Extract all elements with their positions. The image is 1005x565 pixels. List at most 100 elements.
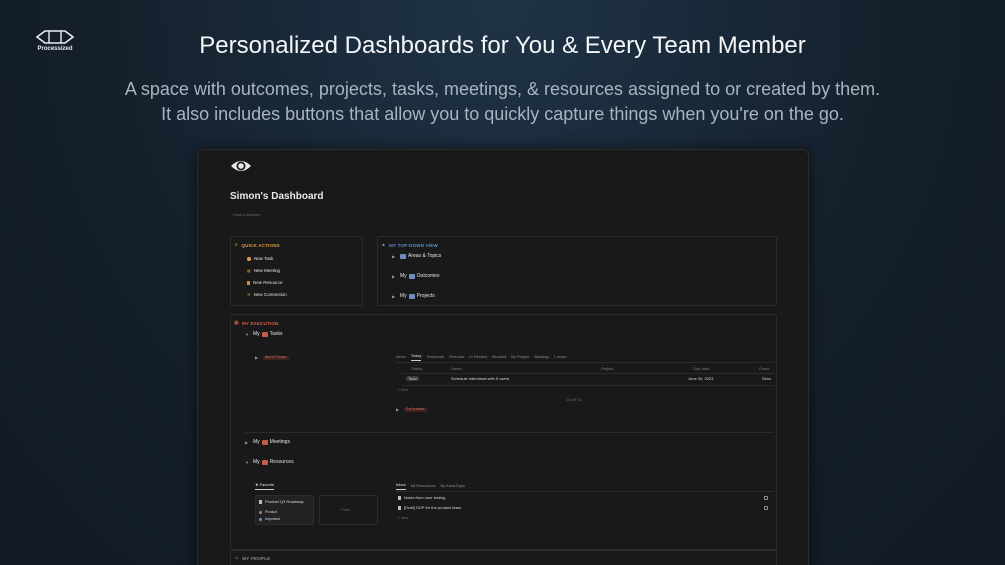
star-icon: ★ [255, 482, 259, 487]
toggle-arrow-icon: ▶ [396, 407, 400, 412]
task-icon [247, 256, 251, 261]
people-heading: ☺ MY PEOPLE [234, 555, 270, 561]
hero-subtitle-line-2: It also includes buttons that allow you … [161, 104, 844, 124]
resource-card-title-label: Product Q3 Roadmap [265, 499, 304, 504]
column-name[interactable]: Name [451, 366, 462, 371]
tab-blocked[interactable]: Blocked [492, 353, 506, 361]
toggle-outcomes[interactable]: ▶ My Outcomes [392, 273, 439, 279]
areas-icon [400, 253, 406, 259]
resource-checkbox[interactable] [764, 506, 768, 510]
resources-label: Resources [269, 459, 294, 465]
task-row[interactable]: Todo Schedule interviews with 5 users Ju… [406, 376, 774, 384]
task-due-date: June 30, 2023 [688, 376, 714, 381]
tab-favorite[interactable]: ★ Favorite [255, 482, 275, 490]
tab-more[interactable]: 1 more... [554, 353, 570, 361]
tab-backlog[interactable]: Backlog [534, 353, 548, 361]
toggle-open-icon: ▼ [245, 331, 249, 337]
column-due-date[interactable]: Due date [693, 366, 709, 371]
eye-page-icon[interactable] [230, 158, 252, 176]
tabs-divider [396, 362, 774, 363]
new-card-button[interactable]: + New [319, 495, 378, 525]
count-label: COUNT [566, 398, 579, 402]
toggle-arrow-icon: ▶ [392, 253, 396, 259]
resource-card-tag-product: Product [259, 510, 277, 514]
column-project[interactable]: Project [601, 366, 613, 371]
resources-new-button[interactable]: + New [398, 516, 408, 520]
tab-inbox[interactable]: Inbox [396, 353, 406, 361]
resource-checkbox[interactable] [764, 496, 768, 500]
tab-by-project[interactable]: By Project [511, 353, 529, 361]
toggle-tasks[interactable]: ▼ My Tasks [245, 331, 282, 337]
tasks-label: Tasks [269, 331, 283, 337]
tab-overdue[interactable]: Overdue [449, 353, 464, 361]
new-connection-label: New Connection [253, 292, 287, 297]
execution-panel: ▣ MY EXECUTION ▼ My Tasks ▶ Workflows In… [230, 314, 777, 550]
tab-favorite-label: Favorite [259, 482, 275, 487]
outcomes-label: Outcomes [416, 273, 440, 279]
tasks-new-button[interactable]: + New [398, 388, 408, 392]
toggle-workflows[interactable]: ▶ Workflows [255, 355, 289, 360]
new-task-button[interactable]: New Task [247, 256, 273, 261]
tasks-count: COUNT 1 [566, 398, 581, 402]
tab-tomorrow[interactable]: Tomorrow [426, 353, 444, 361]
execution-heading: ▣ MY EXECUTION [234, 320, 279, 326]
people-icon: ☺ [234, 555, 240, 561]
tasks-view-tabs: Inbox Today Tomorrow Overdue In Review B… [396, 353, 569, 361]
quick-actions-heading: ⚡ QUICK ACTIONS [234, 242, 280, 249]
areas-topics-label: Areas & Topics [408, 253, 442, 259]
tasks-icon [261, 331, 268, 337]
new-meeting-button[interactable]: ▦ New Meeting [247, 268, 280, 273]
people-panel: ☺ MY PEOPLE [230, 550, 777, 565]
new-resource-button[interactable]: New Resource [247, 280, 283, 285]
list-item[interactable]: Notes from user testing [398, 495, 445, 500]
bookmark-icon [398, 505, 401, 510]
toggle-areas-topics[interactable]: ▶ Areas & Topics [392, 253, 441, 259]
top-down-heading: ▲ MY TOP-DOWN VIEW [381, 242, 438, 248]
count-value: 1 [579, 398, 582, 402]
new-meeting-label: New Meeting [253, 268, 281, 273]
projects-label: Projects [416, 293, 435, 299]
toggle-arrow-icon: ▶ [392, 273, 396, 279]
task-name: Schedule interviews with 5 users [451, 376, 510, 381]
column-owner[interactable]: Owne [759, 366, 769, 371]
tab-all-resources[interactable]: All Resources [411, 482, 436, 490]
tab-by-area-topic[interactable]: By Area/Topic [440, 482, 464, 490]
column-status[interactable]: Status [411, 366, 422, 371]
resource-card[interactable]: Product Q3 Roadmap Product Important [255, 495, 314, 525]
status-badge: Todo [406, 376, 419, 381]
projects-prefix: My [400, 293, 407, 299]
outcomes-icon [408, 273, 415, 279]
list-item[interactable]: [Draft] SOP for the product team [398, 505, 461, 510]
resource-card-tag-important: Important [259, 517, 280, 521]
outcomes-prefix: My [400, 273, 407, 279]
resources-view-tabs: Inbox All Resources By Area/Topic [396, 482, 465, 490]
execution-heading-label: MY EXECUTION [241, 320, 279, 326]
hero-title: Personalized Dashboards for You & Every … [199, 32, 806, 59]
meetings-label: Meetings [269, 439, 290, 445]
toggle-arrow-icon: ▶ [255, 355, 259, 360]
new-card-label: + New [340, 508, 351, 512]
tag-dot-icon [259, 510, 262, 514]
projects-icon [408, 293, 415, 299]
people-heading-label: MY PEOPLE [242, 555, 271, 561]
toggle-calendar[interactable]: ▶ Calendar [396, 407, 428, 412]
tab-resources-inbox[interactable]: Inbox [396, 482, 406, 490]
top-down-heading-label: MY TOP-DOWN VIEW [389, 242, 438, 248]
toggle-resources[interactable]: ▼ My Resources [245, 459, 294, 465]
meeting-icon: ▦ [247, 268, 251, 273]
add-property-button[interactable]: + Add a property [231, 212, 260, 217]
lightning-icon: ⚡ [234, 243, 239, 249]
toggle-projects[interactable]: ▶ My Projects [392, 293, 435, 299]
tab-today[interactable]: Today [410, 353, 422, 361]
resources-tabs-divider [396, 491, 774, 492]
resources-icon [261, 459, 268, 465]
tab-in-review[interactable]: In Review [469, 353, 487, 361]
add-property-label: Add a property [234, 212, 261, 217]
toggle-open-icon: ▼ [245, 459, 249, 465]
new-connection-button[interactable]: ⚒ New Connection [247, 292, 287, 297]
quick-actions-heading-label: QUICK ACTIONS [241, 243, 280, 248]
toggle-meetings[interactable]: ▶ My Meetings [245, 439, 290, 445]
tag-dot-icon [259, 517, 262, 521]
calendar-icon: ▣ [234, 320, 239, 326]
bookmark-icon [398, 495, 401, 500]
